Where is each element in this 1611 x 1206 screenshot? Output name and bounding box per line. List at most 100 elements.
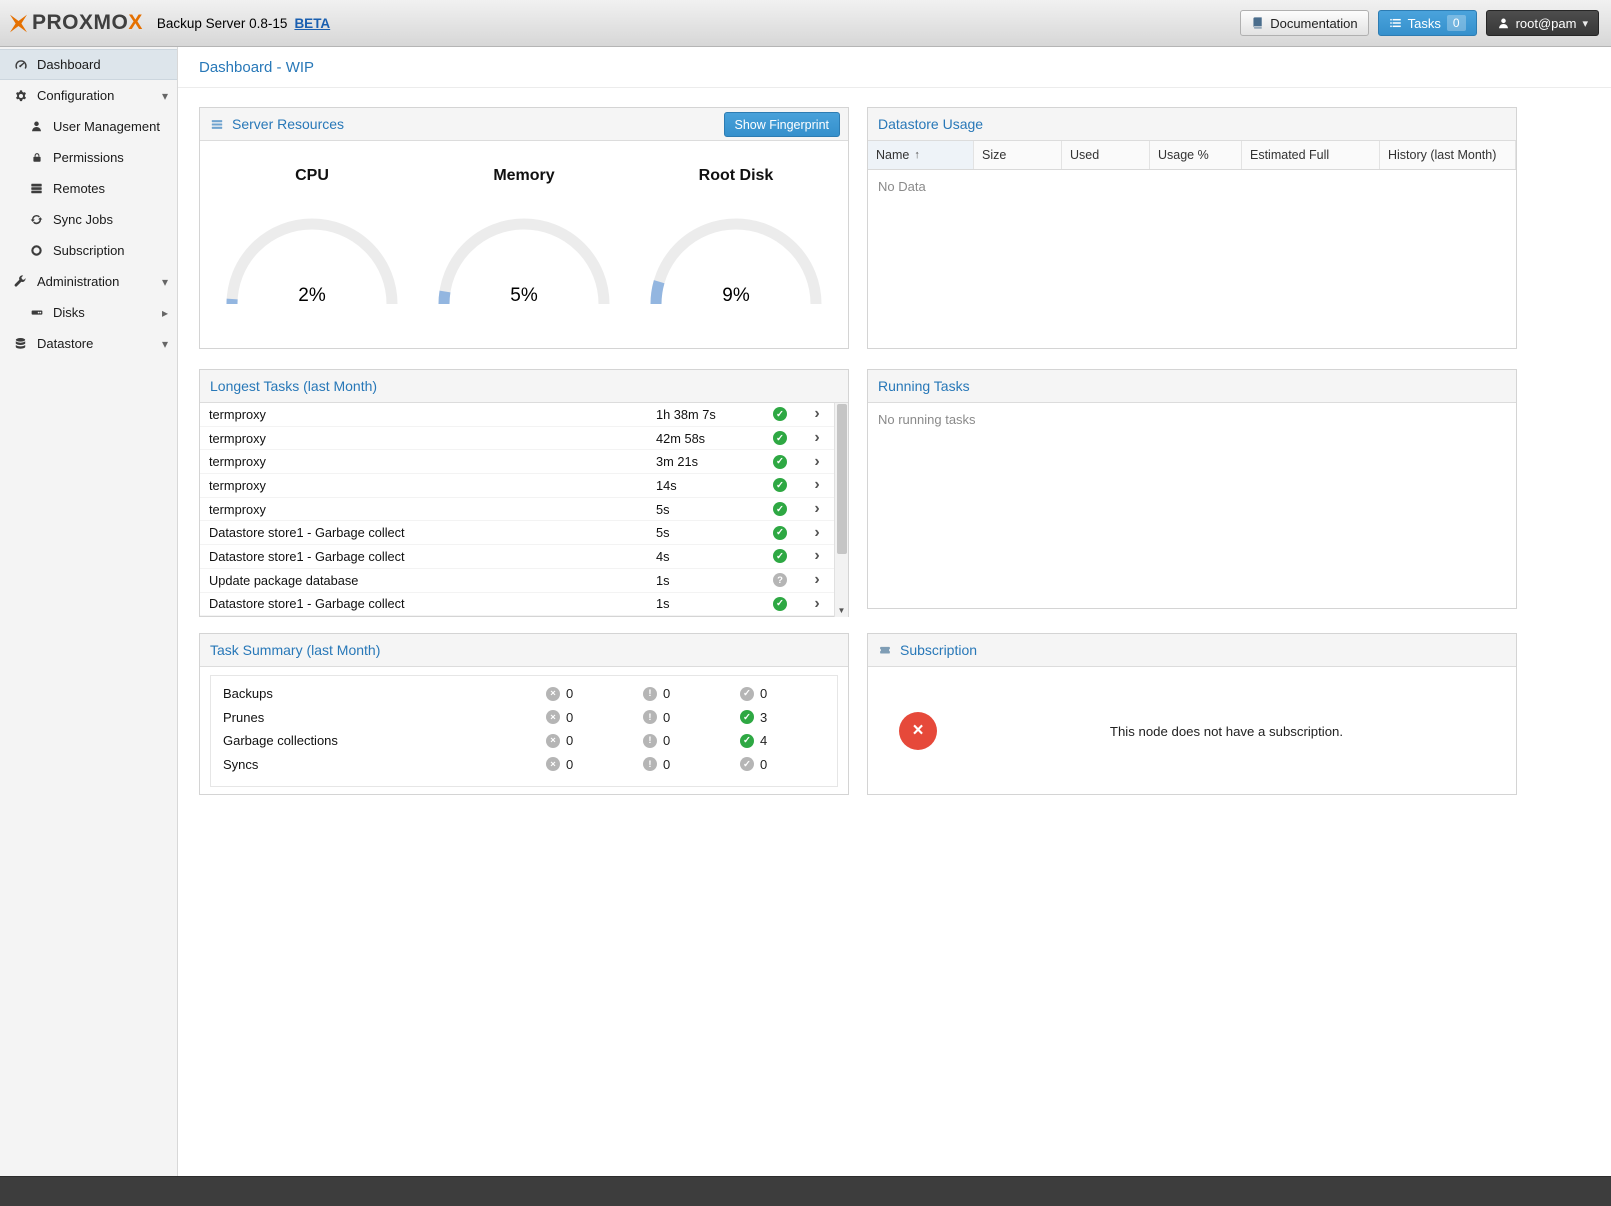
subscription-title: Subscription xyxy=(900,642,977,658)
wrench-icon xyxy=(12,275,29,288)
task-detail-chevron-icon[interactable]: › xyxy=(800,430,834,446)
task-detail-chevron-icon[interactable]: › xyxy=(800,501,834,517)
server-resources-title: Server Resources xyxy=(232,116,344,132)
datastore-usage-title: Datastore Usage xyxy=(878,116,983,132)
column-header-usage[interactable]: Usage % xyxy=(1150,141,1242,169)
documentation-button[interactable]: Documentation xyxy=(1240,10,1368,36)
content-area: Dashboard - WIP Server Resources Show Fi… xyxy=(178,47,1611,1176)
task-detail-chevron-icon[interactable]: › xyxy=(800,406,834,422)
error-count-cell: ×0 xyxy=(546,733,643,748)
warning-count-cell: !0 xyxy=(643,757,740,772)
task-row[interactable]: termproxy3m 21s✓› xyxy=(200,450,834,474)
task-detail-chevron-icon[interactable]: › xyxy=(800,572,834,588)
sidebar-item-label: Dashboard xyxy=(37,57,101,72)
summary-row-label: Syncs xyxy=(211,757,546,772)
warning-count-icon: ! xyxy=(643,710,657,724)
count-value: 0 xyxy=(566,686,573,701)
count-value: 0 xyxy=(566,710,573,725)
task-name: termproxy xyxy=(200,431,656,446)
sidebar-item-remotes[interactable]: Remotes xyxy=(0,173,177,204)
sidebar-item-label: Subscription xyxy=(53,243,125,258)
no-subscription-icon: × xyxy=(899,712,937,750)
task-detail-chevron-icon[interactable]: › xyxy=(800,596,834,612)
sidebar: DashboardConfiguration▾User ManagementPe… xyxy=(0,47,178,1176)
sidebar-item-label: User Management xyxy=(53,119,160,134)
top-header: PROXMOX Backup Server 0.8-15 BETA Docume… xyxy=(0,0,1611,47)
gauge-root-disk: Root Disk9% xyxy=(636,157,836,349)
sidebar-item-label: Administration xyxy=(37,274,119,289)
db-icon xyxy=(12,337,29,350)
task-row[interactable]: termproxy42m 58s✓› xyxy=(200,427,834,451)
product-version-label: Backup Server 0.8-15 xyxy=(157,16,288,31)
task-detail-chevron-icon[interactable]: › xyxy=(800,454,834,470)
logo-text: PROXMOX xyxy=(32,11,143,35)
task-duration: 1s xyxy=(656,596,760,611)
task-row[interactable]: termproxy1h 38m 7s✓› xyxy=(200,403,834,427)
sidebar-item-label: Configuration xyxy=(37,88,114,103)
column-header-history-last-month[interactable]: History (last Month) xyxy=(1380,141,1516,169)
task-duration: 5s xyxy=(656,502,760,517)
sidebar-item-datastore[interactable]: Datastore▾ xyxy=(0,328,177,359)
sidebar-item-configuration[interactable]: Configuration ▾ xyxy=(0,80,177,111)
beta-link[interactable]: BETA xyxy=(294,16,330,31)
collapse-icon[interactable]: ▾ xyxy=(162,80,168,111)
task-duration: 3m 21s xyxy=(656,454,760,469)
running-tasks-panel: Running Tasks No running tasks xyxy=(867,369,1517,609)
sidebar-item-administration[interactable]: Administration ▾ xyxy=(0,266,177,297)
servers-icon xyxy=(28,182,45,195)
user-menu-button[interactable]: root@pam ▾ xyxy=(1486,10,1599,36)
status-unknown-icon: ? xyxy=(773,573,787,587)
sidebar-item-disks[interactable]: Disks▸ xyxy=(0,297,177,328)
task-row[interactable]: Datastore store1 - Garbage collect4s✓› xyxy=(200,545,834,569)
subscription-panel: Subscription × This node does not have a… xyxy=(867,633,1517,795)
task-name: termproxy xyxy=(200,502,656,517)
proxmox-logo[interactable]: PROXMOX xyxy=(8,11,143,35)
task-detail-chevron-icon[interactable]: › xyxy=(800,525,834,541)
task-name: Update package database xyxy=(200,573,656,588)
column-header-used[interactable]: Used xyxy=(1062,141,1150,169)
gauge-value: 2% xyxy=(217,285,407,307)
task-summary-panel: Task Summary (last Month) Backups×0!0✓0P… xyxy=(199,633,849,795)
column-header-estimated-full[interactable]: Estimated Full xyxy=(1242,141,1380,169)
column-header-size[interactable]: Size xyxy=(974,141,1062,169)
sidebar-item-permissions[interactable]: Permissions xyxy=(0,142,177,173)
task-row[interactable]: Datastore store1 - Garbage collect5s✓› xyxy=(200,521,834,545)
task-row[interactable]: termproxy5s✓› xyxy=(200,498,834,522)
task-row[interactable]: termproxy14s✓› xyxy=(200,474,834,498)
ok-count-cell: ✓0 xyxy=(740,686,837,701)
task-detail-chevron-icon[interactable]: › xyxy=(800,477,834,493)
task-detail-chevron-icon[interactable]: › xyxy=(800,548,834,564)
task-name: termproxy xyxy=(200,407,656,422)
collapse-icon[interactable]: ▾ xyxy=(162,328,168,359)
datastore-usage-body: No Data xyxy=(868,170,1516,350)
datastore-usage-header: Datastore Usage xyxy=(868,108,1516,141)
task-duration: 5s xyxy=(656,525,760,540)
proxmox-x-icon xyxy=(8,13,29,34)
sidebar-item-user-management[interactable]: User Management xyxy=(0,111,177,142)
running-tasks-body: No running tasks xyxy=(868,403,1516,610)
column-header-name[interactable]: Name↑ xyxy=(868,141,974,169)
main-area: DashboardConfiguration▾User ManagementPe… xyxy=(0,47,1611,1176)
scroll-down-icon[interactable]: ▼ xyxy=(835,604,848,617)
scrollbar-thumb[interactable] xyxy=(837,404,847,554)
gauge-value: 5% xyxy=(429,285,619,307)
task-row[interactable]: Datastore store1 - Garbage collect1s✓› xyxy=(200,593,834,617)
expand-icon[interactable]: ▸ xyxy=(162,297,168,328)
sidebar-item-dashboard[interactable]: Dashboard xyxy=(0,49,177,80)
task-duration: 4s xyxy=(656,549,760,564)
show-fingerprint-button[interactable]: Show Fingerprint xyxy=(724,112,841,137)
ok-count-cell: ✓3 xyxy=(740,710,837,725)
sidebar-item-subscription[interactable]: Subscription xyxy=(0,235,177,266)
longest-tasks-header: Longest Tasks (last Month) xyxy=(200,370,848,403)
sidebar-item-sync-jobs[interactable]: Sync Jobs xyxy=(0,204,177,235)
sort-ascending-icon: ↑ xyxy=(914,149,920,161)
status-ok-icon: ✓ xyxy=(773,597,787,611)
collapse-icon[interactable]: ▾ xyxy=(162,266,168,297)
task-row[interactable]: Update package database1s?› xyxy=(200,569,834,593)
longest-tasks-rows: termproxy1h 38m 7s✓›termproxy42m 58s✓›te… xyxy=(200,403,834,616)
sidebar-item-label: Permissions xyxy=(53,150,124,165)
tasks-button[interactable]: Tasks 0 xyxy=(1378,10,1477,36)
app-window: PROXMOX Backup Server 0.8-15 BETA Docume… xyxy=(0,0,1611,1206)
status-ok-icon: ✓ xyxy=(773,478,787,492)
scrollbar[interactable]: ▼ xyxy=(834,403,848,617)
